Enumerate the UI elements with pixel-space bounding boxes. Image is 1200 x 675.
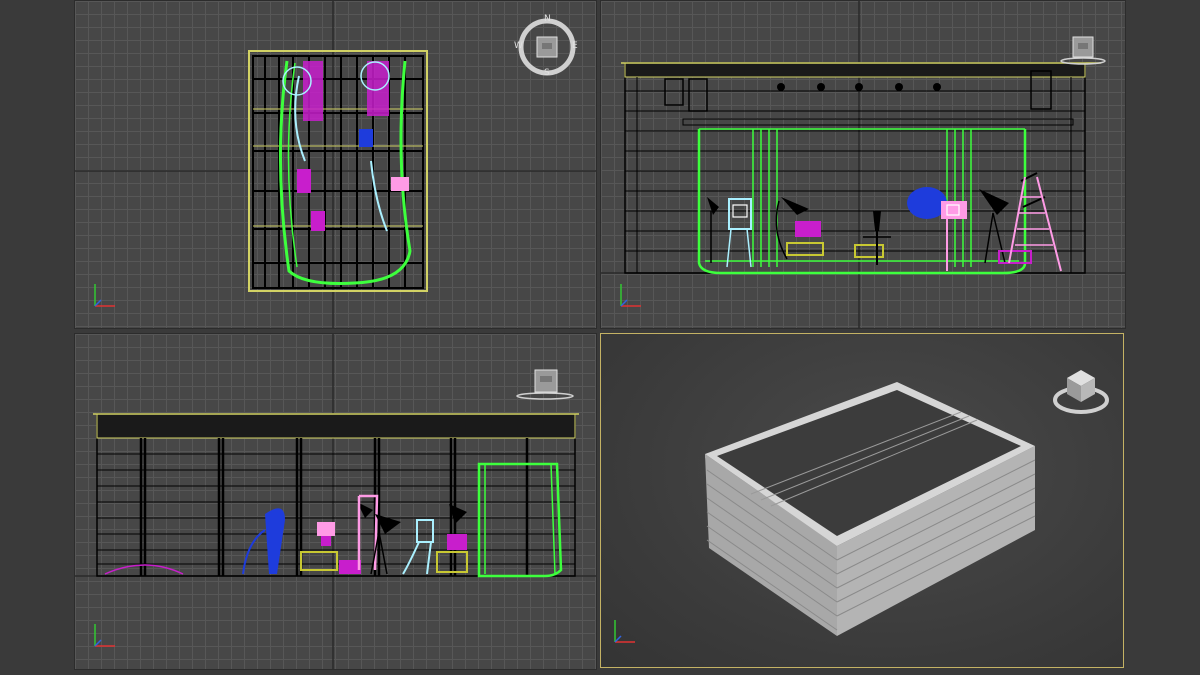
front-view-scene: [601, 1, 1125, 328]
axis-tripod-icon: [94, 284, 115, 307]
viewport-front[interactable]: [600, 0, 1126, 329]
axis-tripod-icon: [94, 624, 115, 647]
viewport-perspective[interactable]: [600, 333, 1124, 668]
viewport-left[interactable]: [74, 333, 597, 670]
left-view-wireframe: [93, 413, 579, 578]
viewcube-icon[interactable]: [1059, 31, 1107, 71]
axis-tripod-icon: [614, 620, 635, 643]
viewcube-icon[interactable]: N S E W: [514, 14, 579, 79]
compass-west-label[interactable]: W: [514, 41, 523, 51]
front-view-wireframe: [621, 62, 1101, 275]
compass-south-label[interactable]: S: [544, 68, 550, 78]
viewcube-icon[interactable]: [1051, 362, 1111, 418]
perspective-view-scene: [614, 382, 1036, 643]
viewport-layout: N S E W: [0, 0, 1200, 675]
viewcube-icon[interactable]: [515, 364, 575, 404]
box-model: [705, 382, 1036, 636]
compass-east-label[interactable]: E: [572, 41, 578, 51]
axis-tripod-icon: [620, 284, 641, 307]
compass-north-label[interactable]: N: [544, 14, 551, 24]
viewport-top[interactable]: N S E W: [74, 0, 597, 329]
